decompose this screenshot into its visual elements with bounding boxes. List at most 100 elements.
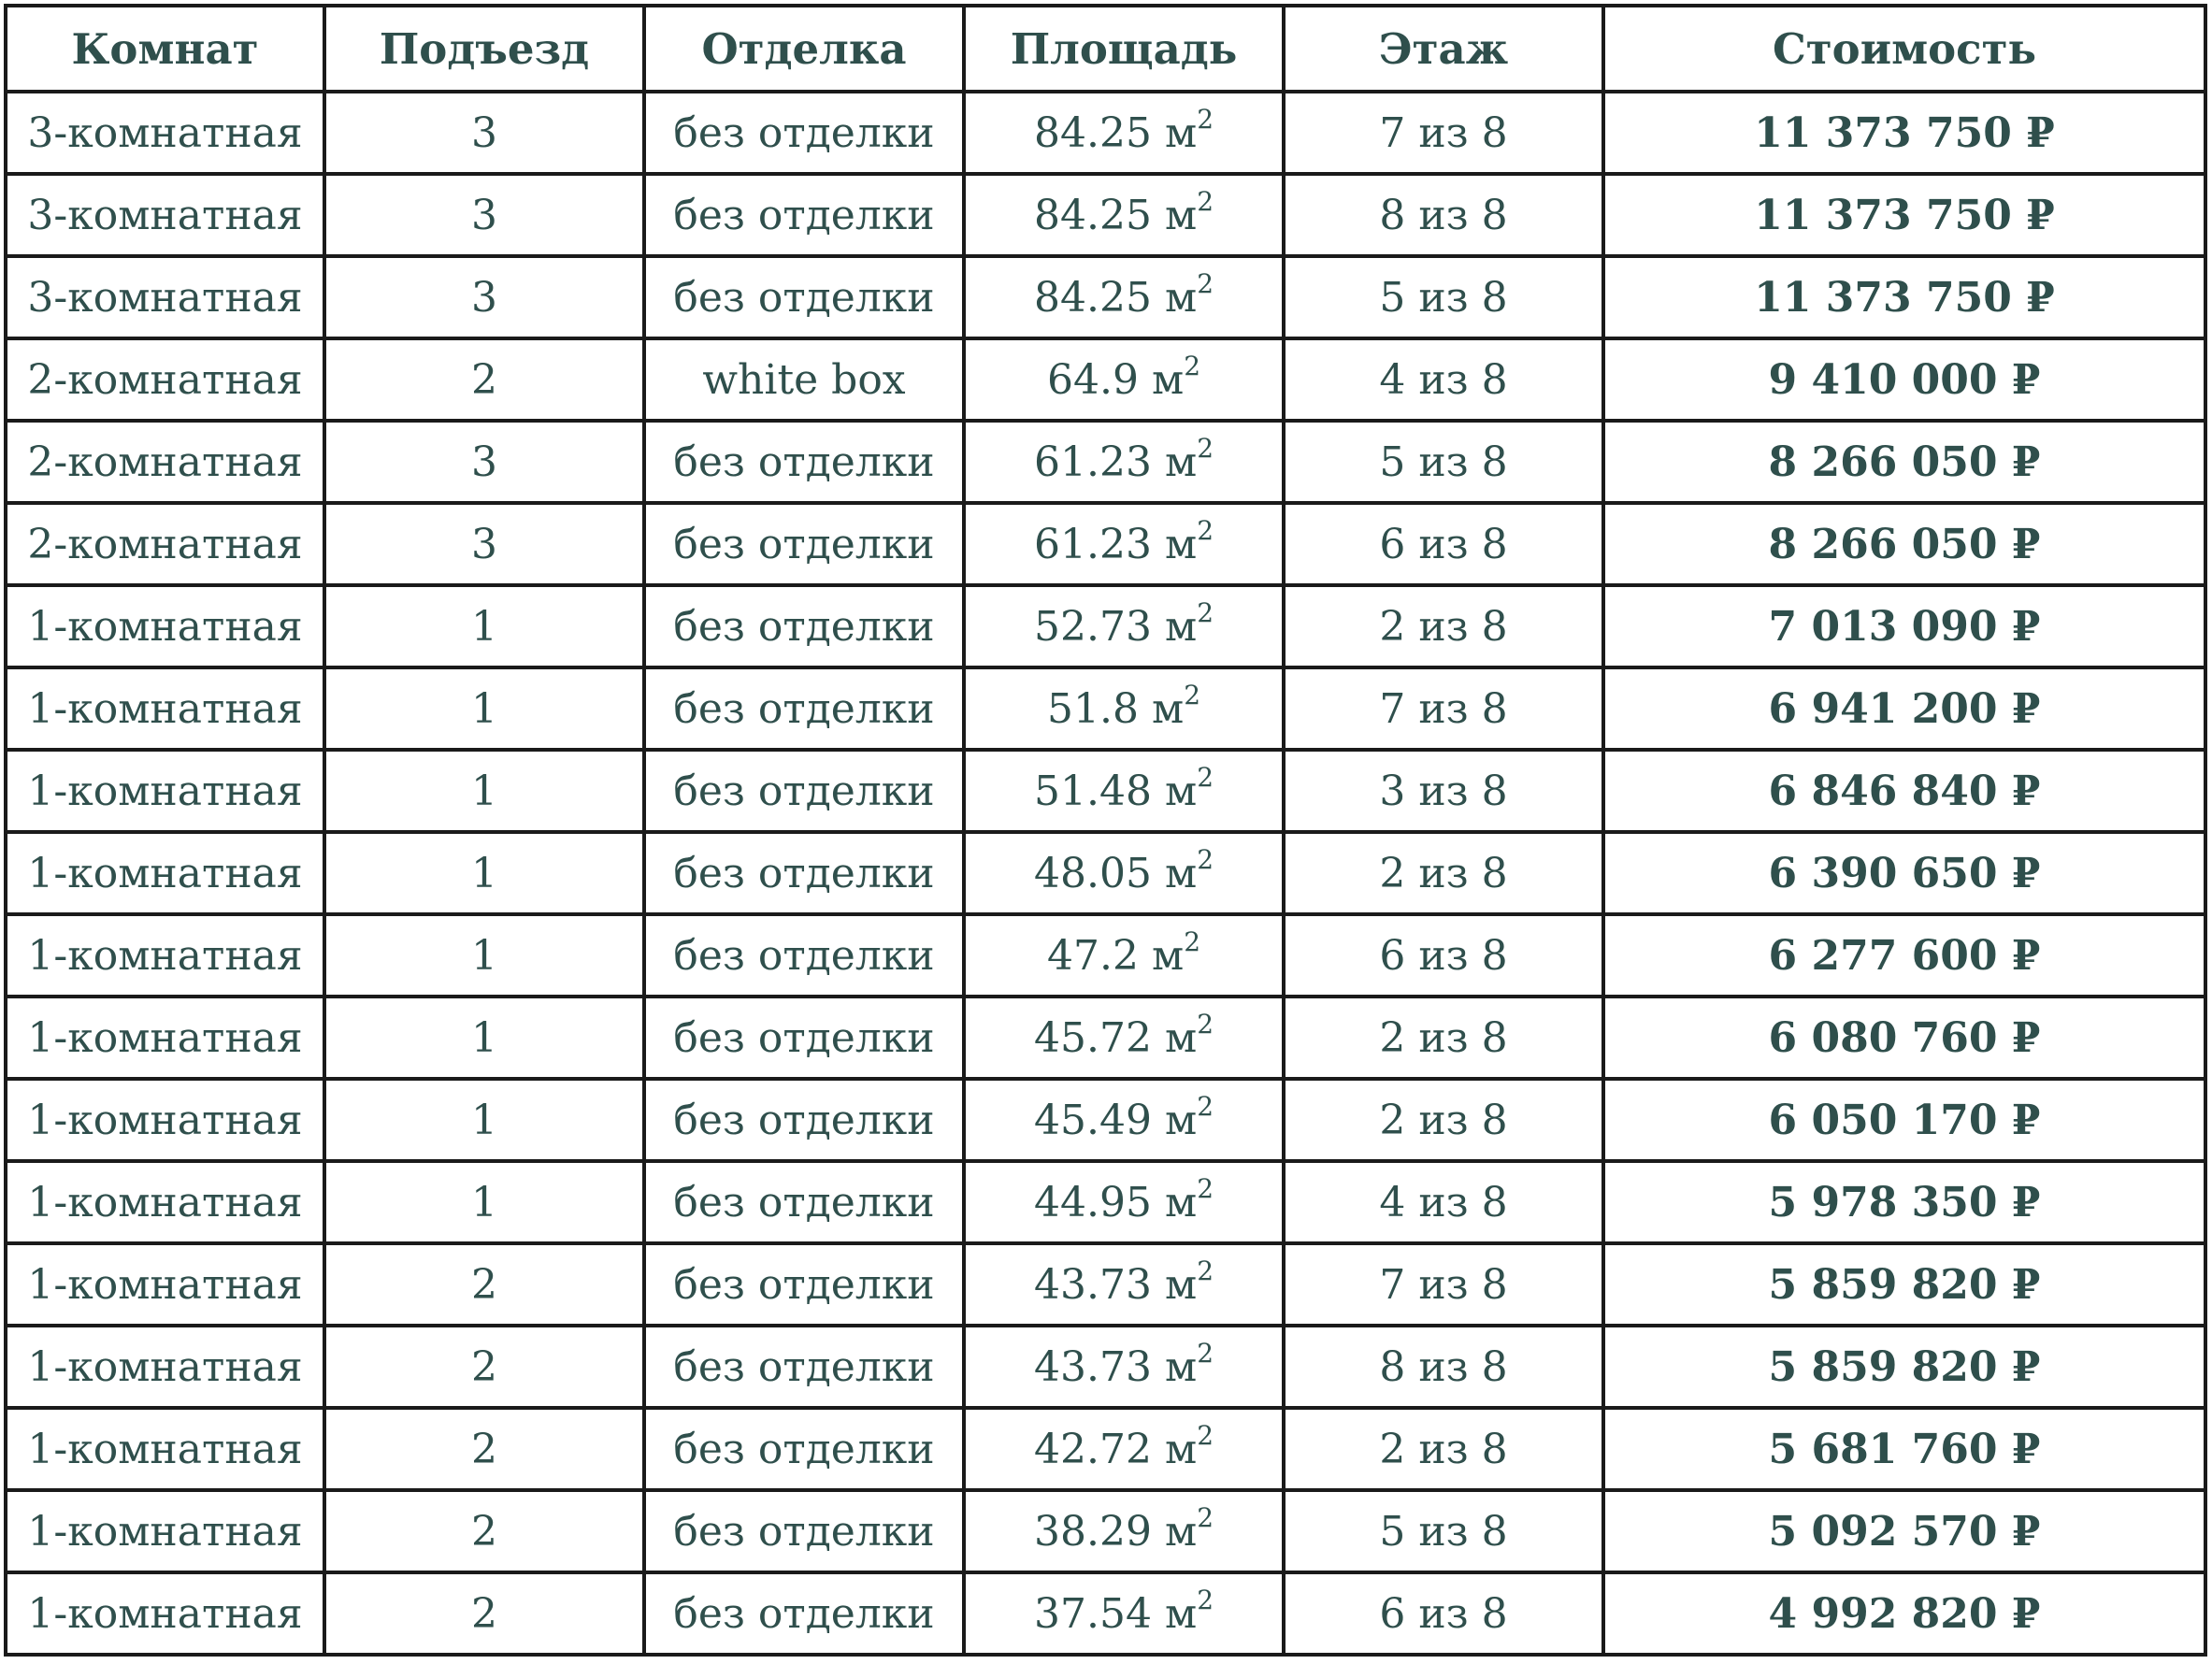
cell-floor: 2 из 8	[1282, 1406, 1605, 1492]
area-unit-power: 2	[1197, 432, 1214, 464]
cell-floor: 4 из 8	[1282, 337, 1605, 423]
cell-entrance: 1	[323, 912, 646, 998]
area-value: 45.72	[1033, 1013, 1152, 1062]
cell-floor: 7 из 8	[1282, 90, 1605, 176]
cell-area: 84.25 м2	[962, 90, 1286, 176]
cell-floor: 3 из 8	[1282, 748, 1605, 834]
area-unit: м	[1164, 438, 1198, 486]
header-price: Стоимость	[1602, 4, 2207, 93]
area-value: 48.05	[1033, 849, 1152, 897]
area-unit-power: 2	[1197, 185, 1214, 217]
area-unit: м	[1164, 108, 1198, 157]
cell-entrance: 1	[323, 666, 646, 752]
cell-price: 6 277 600 ₽	[1602, 912, 2207, 998]
area-unit-power: 2	[1197, 1584, 1214, 1615]
cell-price: 5 859 820 ₽	[1602, 1241, 2207, 1327]
header-floor: Этаж	[1282, 4, 1605, 93]
cell-floor: 2 из 8	[1282, 995, 1605, 1081]
area-unit-power: 2	[1197, 103, 1214, 135]
area-unit: м	[1164, 1178, 1198, 1226]
cell-floor: 8 из 8	[1282, 1324, 1605, 1410]
area-value: 47.2	[1046, 931, 1139, 980]
cell-finish: без отделки	[642, 419, 966, 505]
table-row: 1-комнатная 1 без отделки 48.05 м2 2 из 86 3…	[4, 830, 2207, 916]
area-unit: м	[1164, 1425, 1198, 1473]
area-unit: м	[1164, 191, 1198, 239]
cell-entrance: 2	[323, 1571, 646, 1657]
cell-floor: 6 из 8	[1282, 1571, 1605, 1657]
cell-entrance: 2	[323, 337, 646, 423]
cell-floor: 2 из 8	[1282, 583, 1605, 669]
table-row: 1-комнатная 2 без отделки 43.73 м2 7 из 85 8…	[4, 1241, 2207, 1327]
area-unit: м	[1164, 849, 1198, 897]
apartments-table: Комнат Подъезд Отделка Площадь Этаж Стои…	[4, 4, 2207, 1657]
table-body: 3-комнатная 3 без отделки 84.25 м2 7 из 8 11 …	[4, 90, 2207, 1657]
cell-price: 6 080 760 ₽	[1602, 995, 2207, 1081]
cell-entrance: 3	[323, 501, 646, 587]
cell-area: 52.73 м2	[962, 583, 1286, 669]
table-row: 1-комнатная 1 без отделки 52.73 м2 2 из 87 0…	[4, 583, 2207, 669]
area-unit: м	[1164, 602, 1198, 651]
cell-entrance: 1	[323, 830, 646, 916]
area-value: 51.8	[1046, 684, 1139, 733]
area-unit: м	[1164, 1096, 1198, 1144]
cell-entrance: 1	[323, 583, 646, 669]
area-value: 42.72	[1033, 1425, 1152, 1473]
cell-floor: 7 из 8	[1282, 666, 1605, 752]
area-unit-power: 2	[1197, 267, 1214, 299]
cell-floor: 2 из 8	[1282, 1077, 1605, 1163]
cell-area: 84.25 м2	[962, 254, 1286, 340]
table-row: 2-комнатная 3 без отделки 61.23 м2 5 из 88 2…	[4, 419, 2207, 505]
cell-floor: 5 из 8	[1282, 254, 1605, 340]
cell-entrance: 1	[323, 748, 646, 834]
cell-area: 42.72 м2	[962, 1406, 1286, 1492]
cell-price: 5 681 760 ₽	[1602, 1406, 2207, 1492]
area-unit: м	[1164, 1013, 1198, 1062]
cell-finish: без отделки	[642, 501, 966, 587]
area-unit: м	[1164, 1260, 1198, 1309]
header-area: Площадь	[962, 4, 1286, 93]
cell-area: 44.95 м2	[962, 1159, 1286, 1245]
cell-floor: 6 из 8	[1282, 912, 1605, 998]
area-unit-power: 2	[1184, 925, 1201, 957]
cell-finish: без отделки	[642, 254, 966, 340]
table-row: 1-комнатная 1 без отделки 44.95 м2 4 из 85 9…	[4, 1159, 2207, 1245]
area-value: 84.25	[1033, 108, 1152, 157]
area-value: 84.25	[1033, 273, 1152, 322]
table-row: 1-комнатная 1 без отделки 51.48 м2 3 из 86 8…	[4, 748, 2207, 834]
cell-floor: 8 из 8	[1282, 172, 1605, 258]
header-rooms: Комнат	[4, 4, 326, 93]
area-value: 37.54	[1033, 1589, 1152, 1638]
table-row: 3-комнатная 3 без отделки 84.25 м2 8 из 8 11 …	[4, 172, 2207, 258]
cell-finish: без отделки	[642, 1488, 966, 1574]
table-header-row: Комнат Подъезд Отделка Площадь Этаж Стои…	[4, 4, 2207, 93]
cell-area: 38.29 м2	[962, 1488, 1286, 1574]
cell-price: 5 859 820 ₽	[1602, 1324, 2207, 1410]
area-value: 64.9	[1046, 355, 1139, 404]
cell-entrance: 3	[323, 90, 646, 176]
cell-price: 11 373 750 ₽	[1602, 172, 2207, 258]
area-value: 61.23	[1033, 520, 1152, 568]
cell-rooms: 2-комнатная	[4, 501, 326, 587]
cell-entrance: 2	[323, 1488, 646, 1574]
cell-floor: 5 из 8	[1282, 419, 1605, 505]
cell-finish: без отделки	[642, 995, 966, 1081]
area-value: 84.25	[1033, 191, 1152, 239]
table-row: 1-комнатная 2 без отделки 43.73 м2 8 из 85 8…	[4, 1324, 2207, 1410]
cell-floor: 7 из 8	[1282, 1241, 1605, 1327]
area-unit-power: 2	[1197, 1337, 1214, 1369]
area-value: 43.73	[1033, 1342, 1152, 1391]
cell-rooms: 1-комнатная	[4, 995, 326, 1081]
cell-entrance: 1	[323, 1077, 646, 1163]
header-entrance: Подъезд	[323, 4, 646, 93]
cell-rooms: 1-комнатная	[4, 1324, 326, 1410]
cell-rooms: 2-комнатная	[4, 419, 326, 505]
cell-entrance: 1	[323, 995, 646, 1081]
cell-floor: 4 из 8	[1282, 1159, 1605, 1245]
header-finish: Отделка	[642, 4, 966, 93]
cell-floor: 5 из 8	[1282, 1488, 1605, 1574]
cell-area: 47.2 м2	[962, 912, 1286, 998]
cell-finish: без отделки	[642, 1241, 966, 1327]
cell-area: 45.49 м2	[962, 1077, 1286, 1163]
cell-rooms: 1-комнатная	[4, 1241, 326, 1327]
